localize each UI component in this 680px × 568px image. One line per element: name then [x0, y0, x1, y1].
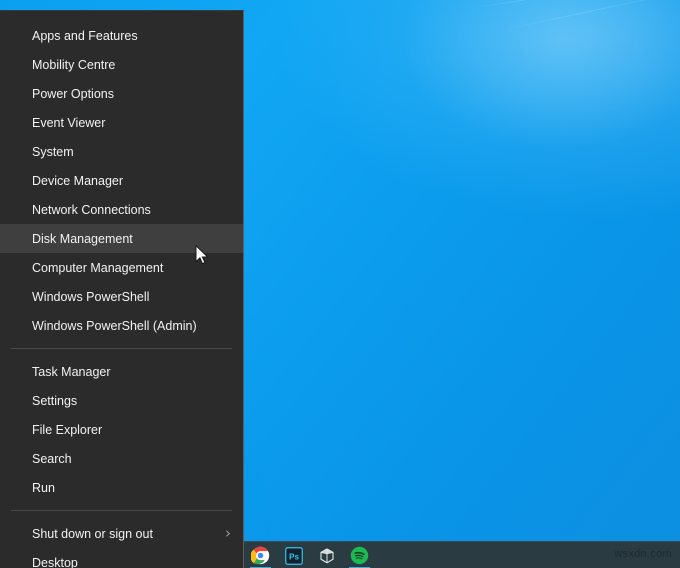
- menu-item-label: Event Viewer: [32, 116, 231, 130]
- taskbar-item-chrome[interactable]: [244, 542, 277, 568]
- menu-group-system: Apps and Features Mobility Centre Power …: [0, 21, 243, 340]
- menu-top-padding: [0, 11, 243, 21]
- menu-item-label: Desktop: [32, 556, 231, 568]
- menu-item-label: Power Options: [32, 87, 231, 101]
- taskbar-item-photoshop[interactable]: Ps: [277, 542, 310, 568]
- menu-item-search[interactable]: Search: [0, 444, 243, 473]
- taskbar-icon-group: Ps: [244, 542, 376, 568]
- menu-item-desktop[interactable]: Desktop: [0, 548, 243, 568]
- menu-item-label: Task Manager: [32, 365, 231, 379]
- menu-item-label: Search: [32, 452, 231, 466]
- menu-item-file-explorer[interactable]: File Explorer: [0, 415, 243, 444]
- menu-item-mobility-centre[interactable]: Mobility Centre: [0, 50, 243, 79]
- winx-power-user-menu: Apps and Features Mobility Centre Power …: [0, 10, 244, 568]
- photoshop-icon: Ps: [285, 547, 303, 565]
- menu-item-disk-management[interactable]: Disk Management: [0, 224, 243, 253]
- watermark: wsxdn.com: [614, 548, 672, 560]
- menu-group-session: Shut down or sign out › Desktop: [0, 519, 243, 568]
- chevron-right-icon: ›: [225, 526, 231, 541]
- menu-item-system[interactable]: System: [0, 137, 243, 166]
- menu-item-label: Shut down or sign out: [32, 527, 217, 541]
- menu-separator: [11, 348, 232, 349]
- menu-item-label: Apps and Features: [32, 29, 231, 43]
- wallpaper-glow: [400, 0, 680, 150]
- spotify-icon: [350, 546, 369, 565]
- menu-item-run[interactable]: Run: [0, 473, 243, 502]
- menu-item-label: Device Manager: [32, 174, 231, 188]
- menu-item-label: Computer Management: [32, 261, 231, 275]
- menu-item-settings[interactable]: Settings: [0, 386, 243, 415]
- menu-item-label: Settings: [32, 394, 231, 408]
- menu-item-network-connections[interactable]: Network Connections: [0, 195, 243, 224]
- wallpaper-streak: [470, 0, 680, 9]
- menu-item-label: Windows PowerShell (Admin): [32, 319, 231, 333]
- screen: Ps wsxdn.com: [0, 0, 680, 568]
- wallpaper-streak: [500, 0, 680, 31]
- menu-item-computer-management[interactable]: Computer Management: [0, 253, 243, 282]
- chrome-icon: [251, 546, 270, 565]
- menu-item-label: Network Connections: [32, 203, 231, 217]
- menu-item-apps-and-features[interactable]: Apps and Features: [0, 21, 243, 50]
- menu-item-label: Windows PowerShell: [32, 290, 231, 304]
- menu-item-label: File Explorer: [32, 423, 231, 437]
- unity-cube-icon: [318, 547, 336, 565]
- taskbar-item-unity[interactable]: [310, 542, 343, 568]
- menu-item-label: System: [32, 145, 231, 159]
- menu-item-device-manager[interactable]: Device Manager: [0, 166, 243, 195]
- menu-item-event-viewer[interactable]: Event Viewer: [0, 108, 243, 137]
- menu-item-shut-down-or-sign-out[interactable]: Shut down or sign out ›: [0, 519, 243, 548]
- menu-group-tools: Task Manager Settings File Explorer Sear…: [0, 357, 243, 502]
- menu-item-label: Disk Management: [32, 232, 231, 246]
- menu-item-task-manager[interactable]: Task Manager: [0, 357, 243, 386]
- wallpaper-streak: [430, 0, 680, 2]
- menu-item-windows-powershell[interactable]: Windows PowerShell: [0, 282, 243, 311]
- menu-separator: [11, 510, 232, 511]
- menu-item-windows-powershell-admin[interactable]: Windows PowerShell (Admin): [0, 311, 243, 340]
- menu-item-label: Run: [32, 481, 231, 495]
- menu-item-label: Mobility Centre: [32, 58, 231, 72]
- menu-item-power-options[interactable]: Power Options: [0, 79, 243, 108]
- taskbar-item-spotify[interactable]: [343, 542, 376, 568]
- svg-text:Ps: Ps: [288, 552, 299, 561]
